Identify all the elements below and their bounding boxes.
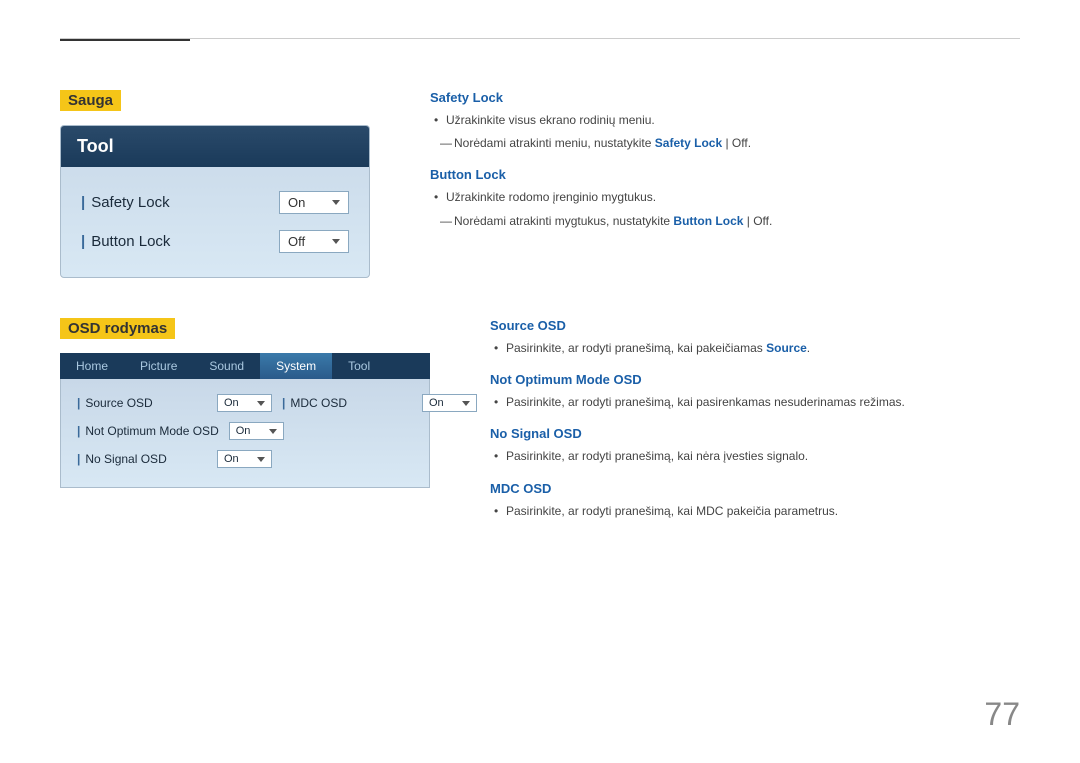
button-lock-value: Off <box>288 234 305 249</box>
page-container: Sauga Tool Safety Lock On Button Lock <box>0 0 1080 763</box>
source-osd-desc-title: Source OSD <box>490 318 1020 333</box>
source-osd-desc-bullet: Pasirinkite, ar rodyti pranešimą, kai pa… <box>490 339 1020 358</box>
mdc-osd-select[interactable]: On <box>422 394 477 412</box>
button-lock-sub: Norėdami atrakinti mygtukus, nustatykite… <box>430 212 1020 231</box>
nav-tab-sound[interactable]: Sound <box>193 353 260 379</box>
not-optimum-value: On <box>236 425 251 437</box>
source-osd-value: On <box>224 397 239 409</box>
safety-lock-sub: Norėdami atrakinti meniu, nustatykite Sa… <box>430 134 1020 153</box>
button-lock-row: Button Lock Off <box>81 222 349 261</box>
not-optimum-desc-title: Not Optimum Mode OSD <box>490 372 1020 387</box>
tool-box: Tool Safety Lock On Button Lock Off <box>60 125 370 278</box>
safety-lock-bullet: Užrakinkite visus ekrano rodinių meniu. <box>430 111 1020 130</box>
button-lock-title: Button Lock <box>430 167 1020 182</box>
button-lock-select[interactable]: Off <box>279 230 349 253</box>
osd-panel: OSD rodymas Home Picture Sound System To… <box>60 318 430 525</box>
no-signal-desc-bullet: Pasirinkite, ar rodyti pranešimą, kai nė… <box>490 447 1020 466</box>
safety-lock-sub-bold: Safety Lock <box>655 136 722 150</box>
source-osd-label: Source OSD <box>77 396 207 410</box>
mdc-osd-desc-bullet: Pasirinkite, ar rodyti pranešimą, kai MD… <box>490 502 1020 521</box>
safety-lock-title: Safety Lock <box>430 90 1020 105</box>
no-signal-select[interactable]: On <box>217 450 272 468</box>
not-optimum-label: Not Optimum Mode OSD <box>77 424 219 438</box>
osd-title: OSD rodymas <box>60 318 175 339</box>
nav-tab-home[interactable]: Home <box>60 353 124 379</box>
button-lock-arrow-icon <box>332 239 340 244</box>
button-lock-sub-bold: Button Lock <box>673 214 743 228</box>
mdc-osd-arrow-icon <box>462 401 470 406</box>
button-lock-label: Button Lock <box>81 233 170 250</box>
button-lock-bullet: Užrakinkite rodomo įrenginio mygtukus. <box>430 188 1020 207</box>
safety-lock-label: Safety Lock <box>81 194 170 211</box>
osd-body: Source OSD On MDC OSD On Not Optimum Mod… <box>60 379 430 488</box>
mdc-osd-desc-title: MDC OSD <box>490 481 1020 496</box>
no-signal-label: No Signal OSD <box>77 452 207 466</box>
safety-lock-sub-text: Norėdami atrakinti meniu, nustatykite <box>454 136 655 150</box>
nav-tab-tool[interactable]: Tool <box>332 353 386 379</box>
safety-lock-row: Safety Lock On <box>81 183 349 222</box>
page-number: 77 <box>984 696 1020 733</box>
safety-lock-select[interactable]: On <box>279 191 349 214</box>
button-lock-sub-end: | Off. <box>743 214 772 228</box>
no-signal-arrow-icon <box>257 457 265 462</box>
sauga-description: Safety Lock Užrakinkite visus ekrano rod… <box>430 90 1020 278</box>
nav-tab-picture[interactable]: Picture <box>124 353 193 379</box>
not-optimum-row: Not Optimum Mode OSD On <box>77 417 413 445</box>
osd-nav: Home Picture Sound System Tool <box>60 353 430 379</box>
no-signal-desc-title: No Signal OSD <box>490 426 1020 441</box>
source-osd-arrow-icon <box>257 401 265 406</box>
safety-lock-value: On <box>288 195 305 210</box>
tool-panel: Sauga Tool Safety Lock On Button Lock <box>60 90 370 278</box>
osd-description: Source OSD Pasirinkite, ar rodyti praneš… <box>490 318 1020 525</box>
nav-tab-system[interactable]: System <box>260 353 332 379</box>
sauga-section: Sauga Tool Safety Lock On Button Lock <box>60 90 1020 278</box>
mdc-osd-label: MDC OSD <box>282 396 412 410</box>
sauga-title: Sauga <box>60 90 121 111</box>
not-optimum-select[interactable]: On <box>229 422 284 440</box>
mdc-osd-value: On <box>429 397 444 409</box>
tool-header: Tool <box>61 126 369 167</box>
no-signal-row: No Signal OSD On <box>77 445 413 473</box>
no-signal-value: On <box>224 453 239 465</box>
not-optimum-arrow-icon <box>269 429 277 434</box>
tool-body: Safety Lock On Button Lock Off <box>61 167 369 277</box>
button-lock-sub-text: Norėdami atrakinti mygtukus, nustatykite <box>454 214 673 228</box>
safety-lock-arrow-icon <box>332 200 340 205</box>
safety-lock-sub-end: | Off. <box>722 136 751 150</box>
top-line <box>60 38 1020 39</box>
source-osd-select[interactable]: On <box>217 394 272 412</box>
osd-section: OSD rodymas Home Picture Sound System To… <box>60 318 1020 525</box>
not-optimum-desc-bullet: Pasirinkite, ar rodyti pranešimą, kai pa… <box>490 393 1020 412</box>
source-osd-row: Source OSD On MDC OSD On <box>77 389 413 417</box>
